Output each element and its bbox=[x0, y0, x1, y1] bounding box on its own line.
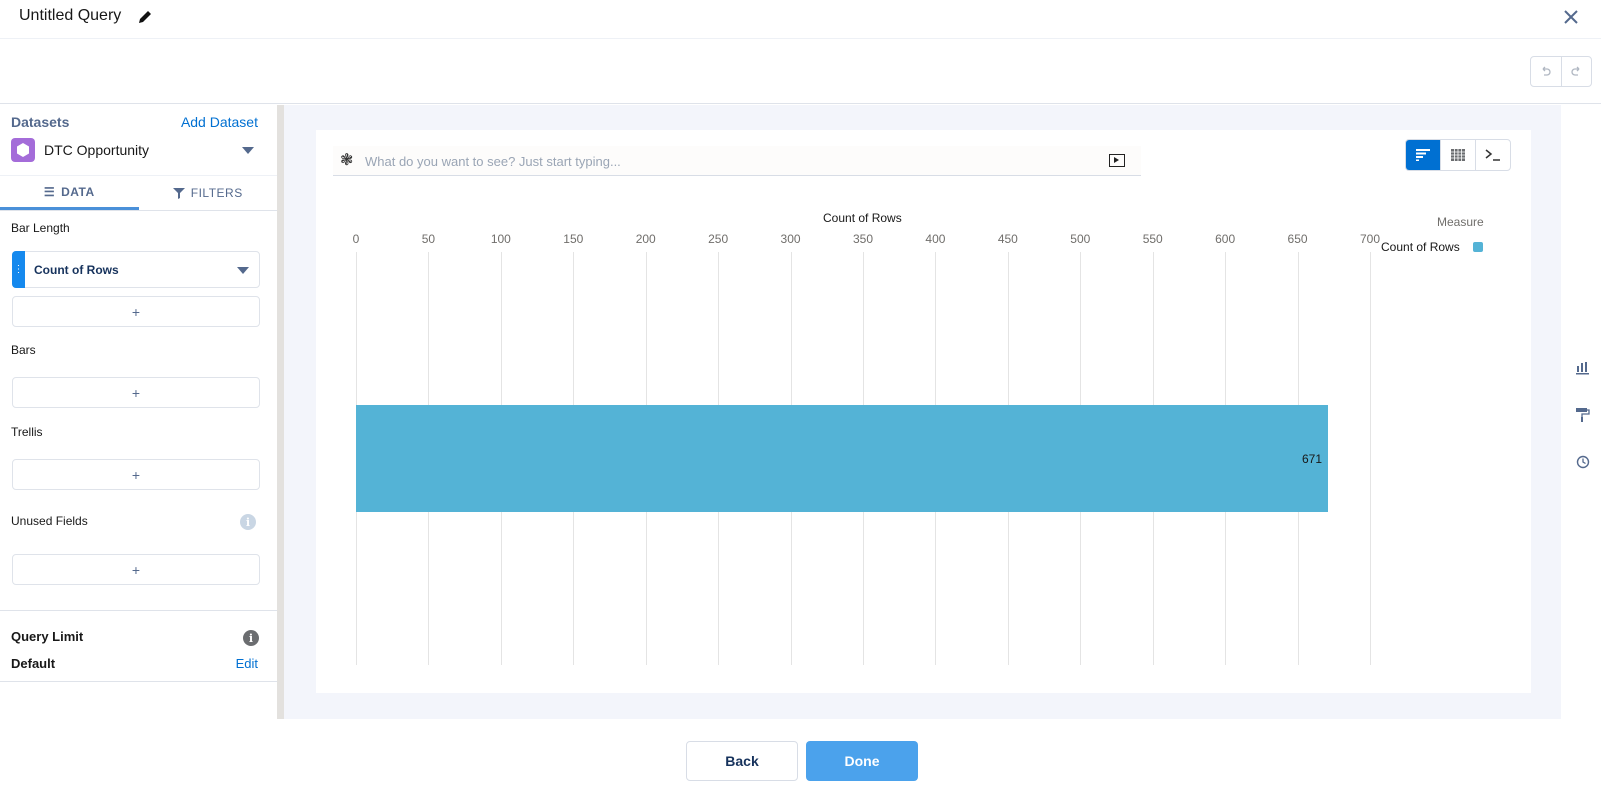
sidebar-tabs: ☰ DATA FILTERS bbox=[0, 175, 277, 211]
format-paint-icon[interactable] bbox=[1575, 407, 1591, 423]
add-dataset-link[interactable]: Add Dataset bbox=[181, 114, 258, 130]
x-tick-label: 150 bbox=[563, 232, 584, 246]
tab-filters[interactable]: FILTERS bbox=[139, 176, 278, 210]
sidebar: Datasets Add Dataset DTC Opportunity ☰ D… bbox=[0, 105, 277, 719]
undo-redo-group bbox=[1530, 56, 1592, 87]
chart-view-button[interactable] bbox=[1406, 140, 1440, 170]
undo-icon bbox=[1542, 66, 1551, 76]
x-tick-label: 400 bbox=[925, 232, 946, 246]
query-limit-value: Default bbox=[11, 656, 56, 671]
filter-icon bbox=[172, 188, 185, 199]
bar-data-label: 671 bbox=[1301, 451, 1323, 466]
divider bbox=[0, 681, 277, 682]
datasets-label: Datasets bbox=[11, 114, 70, 130]
query-title[interactable]: Untitled Query bbox=[19, 7, 121, 25]
query-view-button[interactable] bbox=[1475, 140, 1510, 170]
search-input[interactable] bbox=[365, 150, 1065, 172]
history-icon[interactable] bbox=[1575, 454, 1591, 470]
sidebar-scrollbar[interactable] bbox=[277, 105, 284, 719]
x-axis-title: Count of Rows bbox=[823, 211, 902, 225]
dataset-name: DTC Opportunity bbox=[44, 142, 150, 158]
tab-filters-label: FILTERS bbox=[190, 186, 243, 200]
x-tick-label: 550 bbox=[1142, 232, 1163, 246]
table-view-icon bbox=[1451, 149, 1465, 161]
x-tick-label: 200 bbox=[635, 232, 656, 246]
tab-data-label: DATA bbox=[61, 184, 95, 199]
plus-icon: + bbox=[131, 561, 141, 578]
tab-data[interactable]: ☰ DATA bbox=[0, 176, 139, 210]
toolbar bbox=[0, 39, 1601, 104]
dataset-icon bbox=[11, 138, 35, 162]
bar-length-field-pill[interactable]: ⋮ Count of Rows bbox=[12, 251, 260, 288]
pencil-icon[interactable] bbox=[137, 9, 153, 25]
divider bbox=[0, 610, 277, 611]
add-unused-field-button[interactable]: + bbox=[12, 554, 260, 585]
x-tick-label: 450 bbox=[997, 232, 1018, 246]
back-button[interactable]: Back bbox=[686, 741, 798, 781]
add-trellis-button[interactable]: + bbox=[12, 459, 260, 490]
bars-label: Bars bbox=[11, 343, 36, 357]
footer bbox=[0, 719, 1601, 788]
plus-icon: + bbox=[131, 466, 141, 483]
x-tick-label: 100 bbox=[490, 232, 511, 246]
x-tick-label: 700 bbox=[1359, 232, 1381, 246]
x-tick-label: 250 bbox=[708, 232, 729, 246]
x-tick-label: 300 bbox=[780, 232, 801, 246]
x-tick-label: 350 bbox=[852, 232, 874, 246]
x-tick-label: 500 bbox=[1070, 232, 1091, 246]
query-limit-label: Query Limit bbox=[11, 629, 84, 644]
add-bar-length-button[interactable]: + bbox=[12, 296, 260, 327]
search-bar: ❃ bbox=[333, 146, 1141, 176]
sparkle-icon: ❃ bbox=[340, 152, 354, 169]
dataset-selector[interactable]: DTC Opportunity bbox=[11, 138, 260, 163]
redo-button[interactable] bbox=[1562, 57, 1592, 86]
unused-fields-label: Unused Fields bbox=[11, 514, 88, 528]
view-toggle-group bbox=[1405, 139, 1511, 171]
legend-item-label[interactable]: Count of Rows bbox=[1381, 240, 1460, 254]
x-tick-label: 650 bbox=[1287, 232, 1308, 246]
undo-button[interactable] bbox=[1531, 57, 1562, 86]
bar-length-field-name: Count of Rows bbox=[34, 263, 119, 277]
x-tick-label: 0 bbox=[352, 232, 360, 246]
plus-icon: + bbox=[131, 303, 141, 320]
legend-title: Measure bbox=[1437, 215, 1484, 229]
chevron-down-icon[interactable] bbox=[237, 267, 249, 274]
done-button[interactable]: Done bbox=[806, 741, 918, 781]
chart-view-icon bbox=[1416, 149, 1430, 161]
terminal-icon bbox=[1485, 149, 1500, 161]
chevron-down-icon bbox=[242, 147, 254, 154]
header-bar: Untitled Query bbox=[0, 0, 1601, 39]
table-view-button[interactable] bbox=[1440, 140, 1475, 170]
plus-icon: + bbox=[131, 384, 141, 401]
bar[interactable] bbox=[356, 404, 1328, 513]
legend-swatch bbox=[1473, 242, 1483, 252]
x-tick-label: 600 bbox=[1215, 232, 1236, 246]
x-tick-label: 50 bbox=[421, 232, 436, 246]
trellis-label: Trellis bbox=[11, 425, 43, 439]
close-icon[interactable] bbox=[1561, 7, 1581, 27]
add-bars-button[interactable]: + bbox=[12, 377, 260, 408]
edit-query-limit-link[interactable]: Edit bbox=[236, 656, 258, 671]
drag-handle-icon[interactable]: ⋮ bbox=[12, 251, 25, 288]
redo-icon bbox=[1571, 66, 1580, 76]
chart-type-icon[interactable] bbox=[1575, 360, 1591, 376]
gridline bbox=[1370, 252, 1371, 665]
info-icon[interactable]: i bbox=[240, 514, 256, 530]
bar-length-label: Bar Length bbox=[11, 221, 70, 235]
bar-chart: Count of Rows Measure Count of Rows 0 50 1… bbox=[316, 205, 1531, 675]
info-icon[interactable]: i bbox=[243, 630, 259, 646]
list-icon: ☰ bbox=[43, 184, 56, 199]
play-icon[interactable] bbox=[1109, 154, 1125, 167]
